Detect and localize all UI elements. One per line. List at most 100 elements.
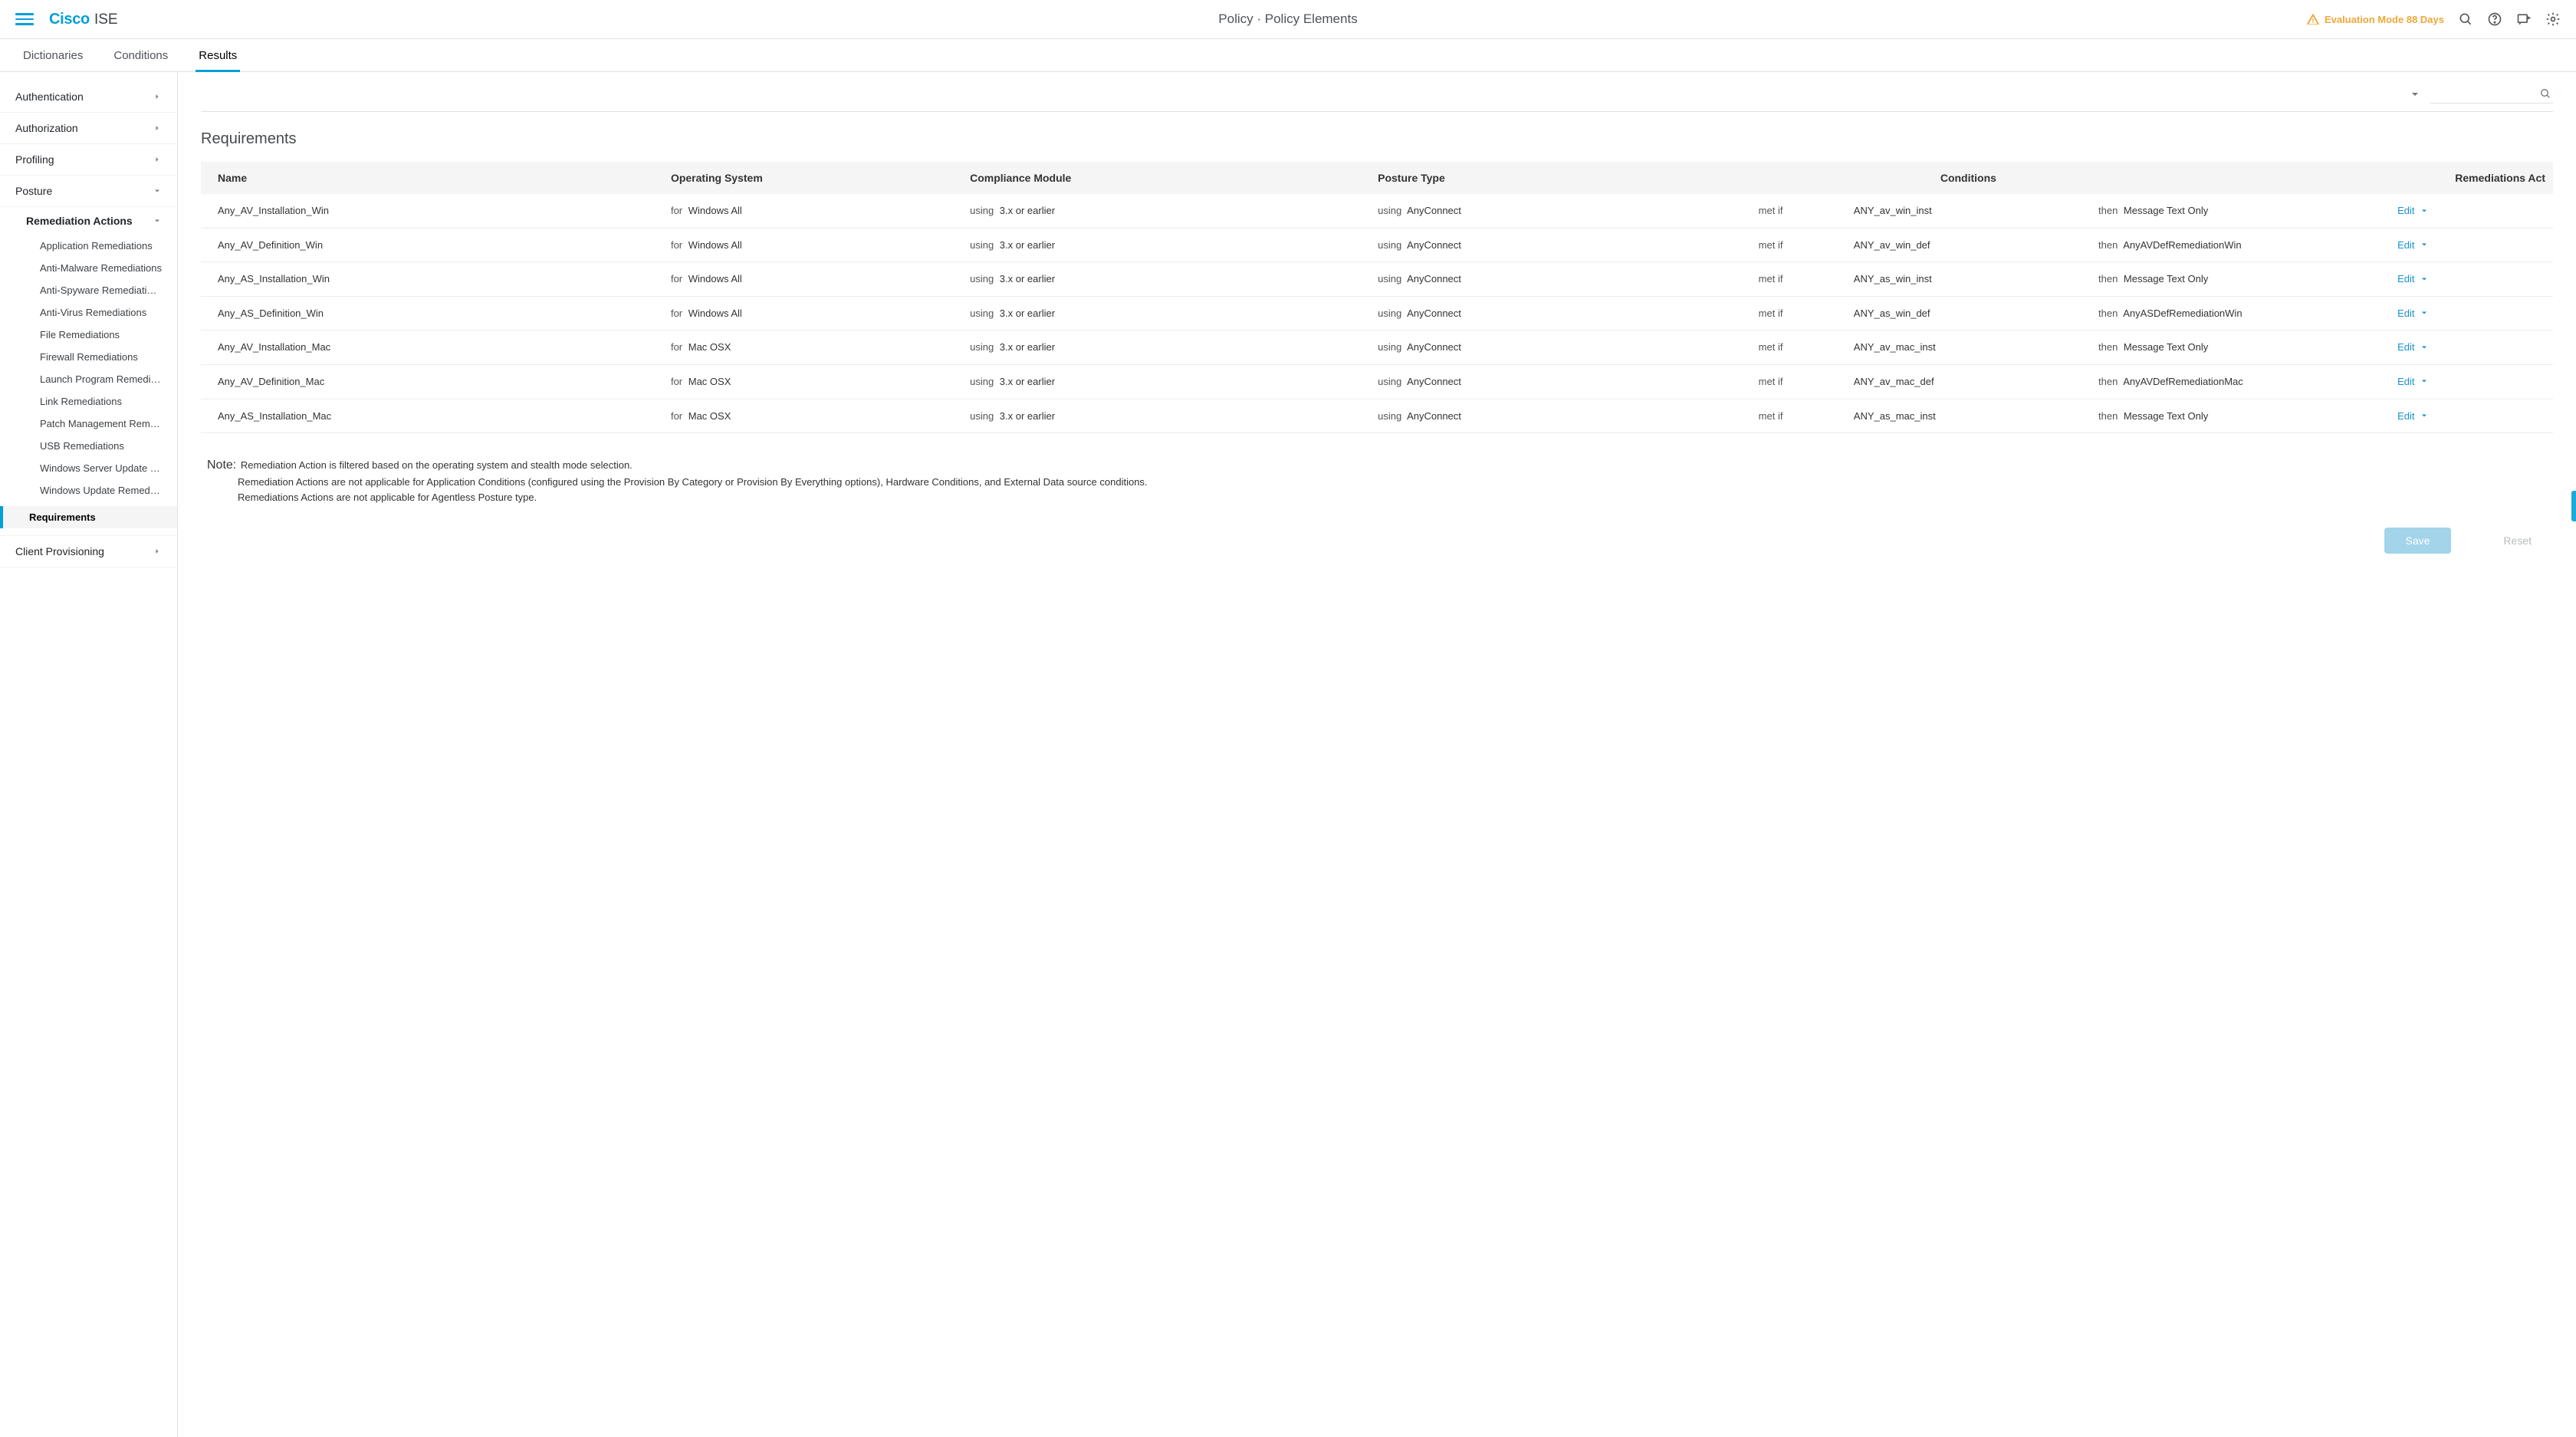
sidebar-leaf-antispyware[interactable]: Anti-Spyware Remediations [0,279,177,301]
sidebar-leaf-patch[interactable]: Patch Management Remed... [0,413,177,435]
table-header-row: Name Operating System Compliance Module … [201,162,2553,194]
sidebar-item-client-provisioning[interactable]: Client Provisioning [0,536,177,567]
sidebar-item-requirements[interactable]: Requirements [0,506,177,528]
cell-edit[interactable]: Edit [2390,262,2553,297]
evaluation-notice[interactable]: Evaluation Mode 88 Days [2306,12,2444,26]
cell-posture: using AnyConnect [1370,228,1751,262]
chevron-down-icon [2420,343,2429,352]
sidebar-leaf-application[interactable]: Application Remediations [0,235,177,257]
breadcrumb: Policy · Policy Elements [1218,12,1357,27]
sidebar-item-posture[interactable]: Posture [0,176,177,207]
save-button[interactable]: Save [2384,528,2452,554]
sidebar-leaf-antivirus[interactable]: Anti-Virus Remediations [0,301,177,324]
tab-results[interactable]: Results [199,39,237,71]
tab-conditions[interactable]: Conditions [113,39,168,71]
table-row: Any_AS_Installation_Win for Windows All … [201,262,2553,297]
cell-compliance: using 3.x or earlier [962,262,1370,297]
edit-link[interactable]: Edit [2397,273,2545,284]
th-conditions: Conditions [1846,162,2091,194]
filter-dropdown-icon[interactable] [2409,88,2421,100]
note-line2: Remediation Actions are not applicable f… [207,475,1148,490]
sidebar-leaf-firewall[interactable]: Firewall Remediations [0,346,177,368]
cell-condition: ANY_as_win_inst [1846,262,2091,297]
cell-edit[interactable]: Edit [2390,228,2553,262]
sidebar-item-profiling[interactable]: Profiling [0,144,177,176]
cell-edit[interactable]: Edit [2390,296,2553,330]
sidebar-item-remediation-actions[interactable]: Remediation Actions [0,207,177,235]
tab-strip: Dictionaries Conditions Results [0,39,2576,72]
cell-metif: met if [1751,330,1846,365]
table-row: Any_AV_Installation_Win for Windows All … [201,194,2553,228]
notes-icon[interactable] [2516,12,2532,27]
edit-link[interactable]: Edit [2397,410,2545,422]
cell-metif: met if [1751,296,1846,330]
table-row: Any_AV_Installation_Mac for Mac OSX usin… [201,330,2553,365]
cell-posture: using AnyConnect [1370,296,1751,330]
scroll-indicator[interactable] [2571,491,2576,521]
chevron-down-icon [2420,377,2429,386]
cell-name: Any_AS_Definition_Win [201,296,663,330]
chevron-right-icon [153,92,162,101]
cell-compliance: using 3.x or earlier [962,194,1370,228]
cell-compliance: using 3.x or earlier [962,399,1370,433]
cell-posture: using AnyConnect [1370,330,1751,365]
sidebar-leaf-link[interactable]: Link Remediations [0,390,177,413]
cell-remediation: then AnyASDefRemediationWin [2091,296,2390,330]
cell-condition: ANY_as_win_def [1846,296,2091,330]
brand-logo: Cisco ISE [49,11,118,28]
edit-link[interactable]: Edit [2397,307,2545,319]
topbar-right: Evaluation Mode 88 Days [2306,12,2561,27]
brand-cisco: Cisco [49,11,90,28]
edit-link[interactable]: Edit [2397,205,2545,216]
gear-icon[interactable] [2545,12,2561,27]
warning-icon [2306,12,2320,26]
cell-condition: ANY_as_mac_inst [1846,399,2091,433]
cell-os: for Mac OSX [663,399,962,433]
search-icon[interactable] [2458,12,2473,27]
cell-edit[interactable]: Edit [2390,364,2553,399]
sidebar-item-authentication[interactable]: Authentication [0,80,177,113]
sidebar-leaf-antimalware[interactable]: Anti-Malware Remediations [0,257,177,279]
sidebar-leaf-launch[interactable]: Launch Program Remediati... [0,368,177,390]
sidebar-leaf-wsus[interactable]: Windows Server Update S... [0,457,177,479]
cell-edit[interactable]: Edit [2390,399,2553,433]
th-remediations: Remediations Act [2091,162,2553,194]
cell-os: for Windows All [663,194,962,228]
chevron-right-icon [153,123,162,133]
sidebar-leaf-winupdate[interactable]: Windows Update Remedia... [0,479,177,501]
edit-link[interactable]: Edit [2397,376,2545,387]
cell-compliance: using 3.x or earlier [962,228,1370,262]
cell-edit[interactable]: Edit [2390,330,2553,365]
content-toolbar [201,72,2553,111]
menu-hamburger-icon[interactable] [15,10,34,28]
cell-remediation: then Message Text Only [2091,262,2390,297]
brand-ise: ISE [94,12,118,28]
sidebar-leaf-usb[interactable]: USB Remediations [0,435,177,457]
chevron-down-icon [153,216,162,225]
help-icon[interactable] [2487,12,2502,27]
edit-link[interactable]: Edit [2397,239,2545,251]
sidebar-label-profiling: Profiling [15,153,54,166]
chevron-right-icon [153,547,162,556]
sidebar-label-posture: Posture [15,185,52,197]
cell-posture: using AnyConnect [1370,262,1751,297]
footer-buttons: Save Reset [201,505,2553,554]
requirements-table: Name Operating System Compliance Module … [201,162,2553,433]
cell-remediation: then Message Text Only [2091,330,2390,365]
reset-button[interactable]: Reset [2482,528,2553,554]
cell-compliance: using 3.x or earlier [962,296,1370,330]
chevron-down-icon [2420,308,2429,317]
th-blank [1751,162,1846,194]
content-area: Requirements Name Operating System Compl… [178,72,2576,1437]
cell-metif: met if [1751,399,1846,433]
edit-link[interactable]: Edit [2397,341,2545,353]
sidebar-item-authorization[interactable]: Authorization [0,113,177,144]
cell-name: Any_AS_Installation_Win [201,262,663,297]
table-row: Any_AV_Definition_Mac for Mac OSX using … [201,364,2553,399]
cell-name: Any_AV_Definition_Win [201,228,663,262]
tab-dictionaries[interactable]: Dictionaries [23,39,83,71]
cell-edit[interactable]: Edit [2390,194,2553,228]
content-search[interactable] [2430,84,2553,104]
sidebar-leaf-file[interactable]: File Remediations [0,324,177,346]
cell-os: for Windows All [663,262,962,297]
